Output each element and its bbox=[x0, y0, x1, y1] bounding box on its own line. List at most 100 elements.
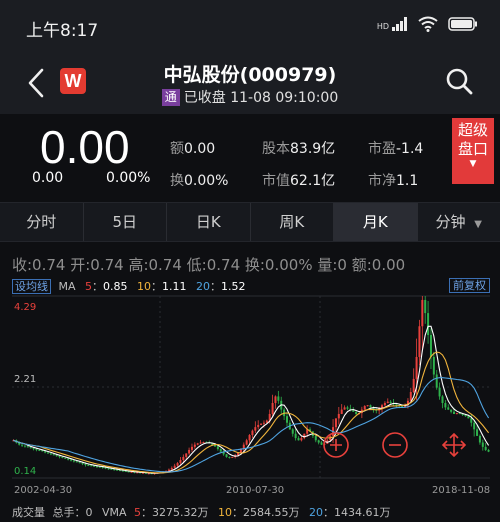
candle-body bbox=[421, 299, 424, 327]
candle-body bbox=[424, 299, 427, 314]
super-orderbook-button[interactable]: 超级 盘口 ▼ bbox=[452, 118, 494, 184]
candle-body bbox=[447, 407, 450, 410]
candle-body bbox=[70, 459, 73, 461]
candle-body bbox=[52, 454, 55, 456]
price-change-pct: 0.00% bbox=[106, 170, 151, 186]
vma20-value: 1434.61万 bbox=[334, 506, 391, 519]
candle-body bbox=[176, 463, 179, 466]
candle-body bbox=[409, 392, 412, 401]
candle-body bbox=[317, 440, 320, 443]
candle-body bbox=[369, 405, 372, 408]
candle-body bbox=[346, 407, 349, 409]
candle-body bbox=[476, 429, 479, 436]
x-tick-mid: 2010-07-30 bbox=[226, 485, 284, 496]
candle-body bbox=[202, 442, 205, 444]
price-change: 0.00 bbox=[32, 170, 64, 186]
candle-body bbox=[257, 424, 260, 428]
candle-body bbox=[199, 442, 202, 444]
chart-grid bbox=[12, 295, 490, 479]
market-status-text: 已收盘 11-08 09:10:00 bbox=[183, 90, 339, 106]
candle-body bbox=[58, 456, 61, 458]
candle-body bbox=[170, 467, 173, 470]
kline-chart[interactable]: 4.29 2.21 0.14 2002-04-30 2010-07-30 201… bbox=[0, 292, 500, 502]
candle-body bbox=[32, 448, 35, 450]
candle-body bbox=[412, 378, 415, 393]
current-price: 0.00 bbox=[40, 121, 130, 173]
stock-status: 通已收盘 11-08 09:10:00 bbox=[0, 87, 500, 107]
candle-body bbox=[90, 465, 93, 467]
candle-body bbox=[291, 429, 294, 434]
candle-body bbox=[44, 451, 47, 453]
quote-item-pe: 市盈-1.4 bbox=[368, 141, 424, 157]
candle-body bbox=[481, 442, 484, 447]
candle-body bbox=[389, 401, 392, 404]
candle-body bbox=[450, 409, 453, 412]
ma20-line bbox=[13, 377, 490, 473]
candle-body bbox=[196, 443, 199, 445]
candle-body bbox=[285, 416, 289, 423]
candle-body bbox=[38, 449, 41, 451]
candle-body bbox=[72, 460, 75, 462]
quote-item-pb: 市净1.1 bbox=[368, 173, 419, 189]
candle-body bbox=[435, 374, 438, 388]
dropdown-caret-icon: ▼ bbox=[474, 219, 482, 230]
quote-item-turnover: 换0.00% bbox=[170, 173, 229, 189]
candle-body bbox=[228, 456, 231, 458]
quote-panel: 0.00 0.00 0.00% 额0.00 股本83.9亿 市盈-1.4 换0.… bbox=[0, 114, 500, 202]
candle-body bbox=[46, 452, 50, 454]
network-indicator: HD bbox=[377, 17, 408, 31]
vma10-value: 2584.55万 bbox=[243, 506, 300, 519]
chevron-down-icon: ▼ bbox=[469, 159, 477, 169]
candle-body bbox=[29, 447, 32, 449]
candle-body bbox=[216, 446, 219, 450]
price-adjust-button[interactable]: 前复权 bbox=[449, 278, 490, 293]
candle-body bbox=[179, 460, 182, 464]
candle-body bbox=[225, 454, 228, 457]
candle-body bbox=[334, 418, 337, 428]
signal-icon bbox=[392, 17, 407, 31]
ma-lines bbox=[13, 325, 490, 474]
candle-body bbox=[470, 418, 473, 423]
volume-total: 总手：0 bbox=[52, 506, 93, 519]
candle-body bbox=[188, 449, 191, 454]
candle-body bbox=[452, 411, 456, 414]
candle-body bbox=[352, 410, 355, 412]
vma-label: VMA bbox=[102, 506, 127, 519]
candle-body bbox=[49, 453, 52, 455]
tab-monthly-k[interactable]: 月K bbox=[334, 203, 418, 241]
candle-body bbox=[444, 403, 447, 408]
search-icon[interactable] bbox=[444, 66, 474, 96]
zoom-out-icon[interactable] bbox=[382, 432, 408, 458]
tab-daily-k[interactable]: 日K bbox=[167, 203, 251, 241]
candle-body bbox=[81, 463, 84, 465]
candle-body bbox=[337, 413, 340, 419]
zoom-in-icon[interactable] bbox=[323, 432, 349, 458]
candle-body bbox=[64, 457, 67, 459]
candle-body bbox=[110, 468, 113, 470]
tab-5day[interactable]: 5日 bbox=[84, 203, 167, 241]
volume-legend: 成交量 总手：0 VMA 5：3275.32万 10：2584.55万 20：1… bbox=[12, 506, 391, 519]
fullscreen-icon[interactable] bbox=[441, 432, 467, 458]
vma5-label: 5 bbox=[134, 506, 142, 519]
tong-badge: 通 bbox=[161, 89, 180, 106]
candle-body bbox=[277, 396, 280, 401]
candle-body bbox=[355, 411, 358, 414]
quote-item-shares: 股本83.9亿 bbox=[262, 141, 336, 157]
candle-body bbox=[182, 456, 185, 461]
tab-intraday[interactable]: 分时 bbox=[0, 203, 84, 241]
tab-minute[interactable]: 分钟 ▼ bbox=[418, 203, 500, 241]
status-icons: HD bbox=[377, 16, 478, 32]
nav-bar: W 中弘股份(000979) 通已收盘 11-08 09:10:00 bbox=[0, 52, 500, 114]
stock-title: 中弘股份(000979) bbox=[163, 64, 337, 86]
candle-body bbox=[294, 433, 297, 439]
candle-body bbox=[271, 403, 274, 414]
candle-body bbox=[455, 413, 458, 415]
vma10-label: 10 bbox=[218, 506, 233, 519]
status-bar: 上午8:17 HD bbox=[0, 0, 500, 52]
candle-body bbox=[303, 433, 306, 439]
candle-body bbox=[274, 396, 277, 404]
candle-body bbox=[467, 416, 470, 419]
candle-body bbox=[395, 404, 398, 406]
candle-body bbox=[254, 427, 257, 431]
tab-weekly-k[interactable]: 周K bbox=[251, 203, 334, 241]
